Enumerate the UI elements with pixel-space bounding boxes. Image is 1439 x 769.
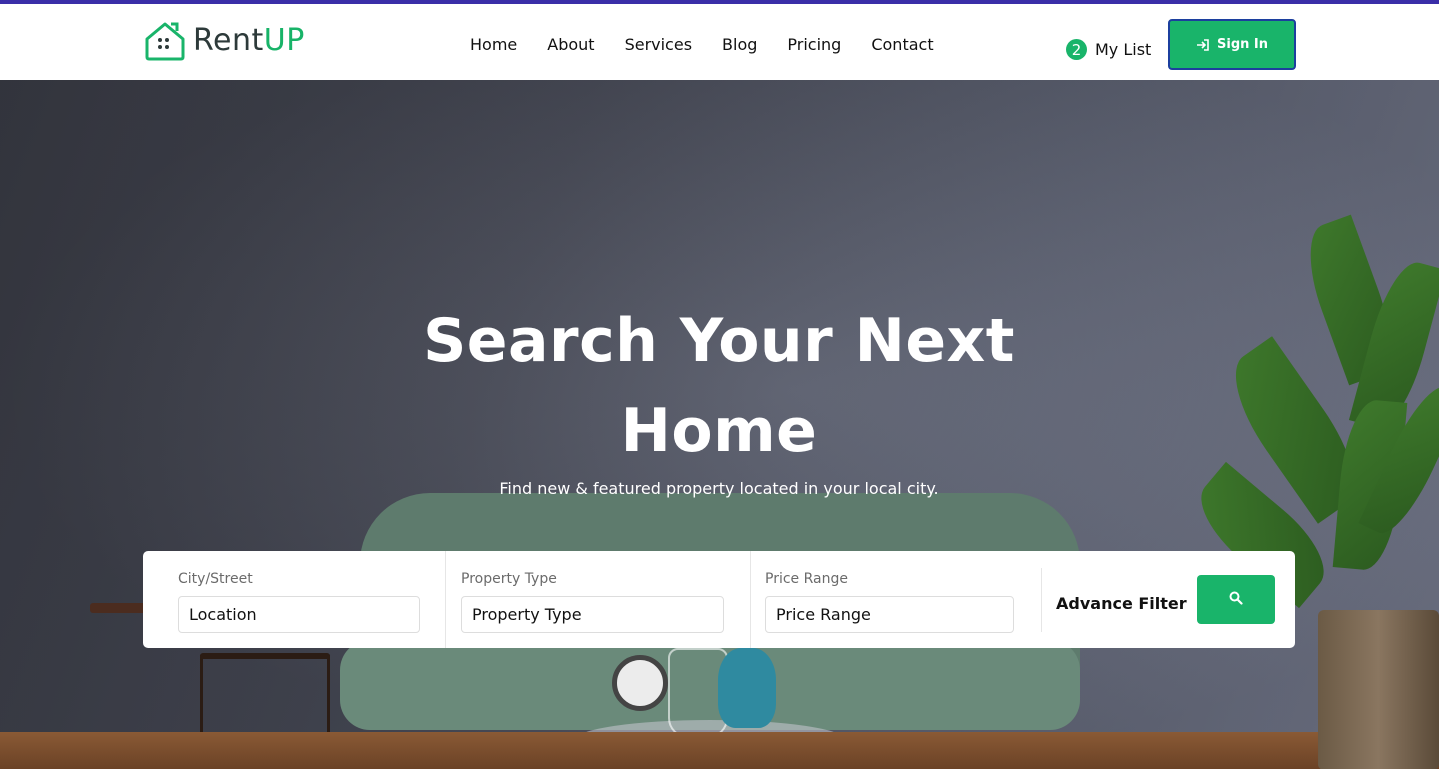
sign-in-button[interactable]: Sign In xyxy=(1168,19,1296,70)
sign-in-icon xyxy=(1196,38,1210,52)
city-street-label: City/Street xyxy=(178,571,253,587)
price-range-input[interactable]: Price Range xyxy=(765,596,1014,633)
property-type-group: Property Type Property Type xyxy=(461,551,724,648)
price-range-label: Price Range xyxy=(765,571,848,587)
location-input[interactable]: Location xyxy=(178,596,420,633)
clock-image xyxy=(612,655,668,711)
vase-image xyxy=(718,648,776,728)
nav-item-blog[interactable]: Blog xyxy=(722,35,757,55)
floor-image xyxy=(0,732,1439,769)
logo-text: RentUP xyxy=(193,26,305,56)
hero-title-line2: Home xyxy=(620,396,818,466)
hero-subtitle: Find new & featured property located in … xyxy=(499,479,939,498)
nav-item-pricing[interactable]: Pricing xyxy=(787,35,841,55)
hero-title-line1: Search Your Next xyxy=(423,306,1015,376)
logo[interactable]: RentUP xyxy=(143,18,305,64)
main-nav: Home About Services Blog Pricing Contact xyxy=(470,35,964,55)
my-list-link[interactable]: 2 My List xyxy=(1066,39,1151,60)
search-icon xyxy=(1229,590,1243,609)
city-street-group: City/Street Location xyxy=(178,551,420,648)
search-divider xyxy=(445,551,446,648)
hero-section: Search Your Next Home Find new & feature… xyxy=(0,80,1439,769)
nav-item-about[interactable]: About xyxy=(547,35,594,55)
hero-title: Search Your Next Home xyxy=(399,296,1039,476)
logo-text-up: UP xyxy=(263,23,305,58)
search-panel: City/Street Location Property Type Prope… xyxy=(143,551,1295,648)
logo-text-rent: Rent xyxy=(193,23,264,58)
my-list-count-badge: 2 xyxy=(1066,39,1087,60)
nav-item-services[interactable]: Services xyxy=(625,35,692,55)
property-type-input[interactable]: Property Type xyxy=(461,596,724,633)
plant-pot-image xyxy=(1318,610,1439,769)
price-range-group: Price Range Price Range xyxy=(765,551,1014,648)
advance-filter-button[interactable]: Advance Filter xyxy=(1056,594,1187,613)
property-type-label: Property Type xyxy=(461,571,557,587)
site-header: RentUP Home About Services Blog Pricing … xyxy=(0,4,1439,80)
search-divider xyxy=(750,551,751,648)
house-logo-icon xyxy=(143,19,187,63)
nav-item-contact[interactable]: Contact xyxy=(871,35,933,55)
search-divider xyxy=(1041,568,1042,632)
nav-item-home[interactable]: Home xyxy=(470,35,517,55)
my-list-label: My List xyxy=(1095,40,1152,59)
search-button[interactable] xyxy=(1197,575,1275,624)
sign-in-label: Sign In xyxy=(1217,37,1268,52)
